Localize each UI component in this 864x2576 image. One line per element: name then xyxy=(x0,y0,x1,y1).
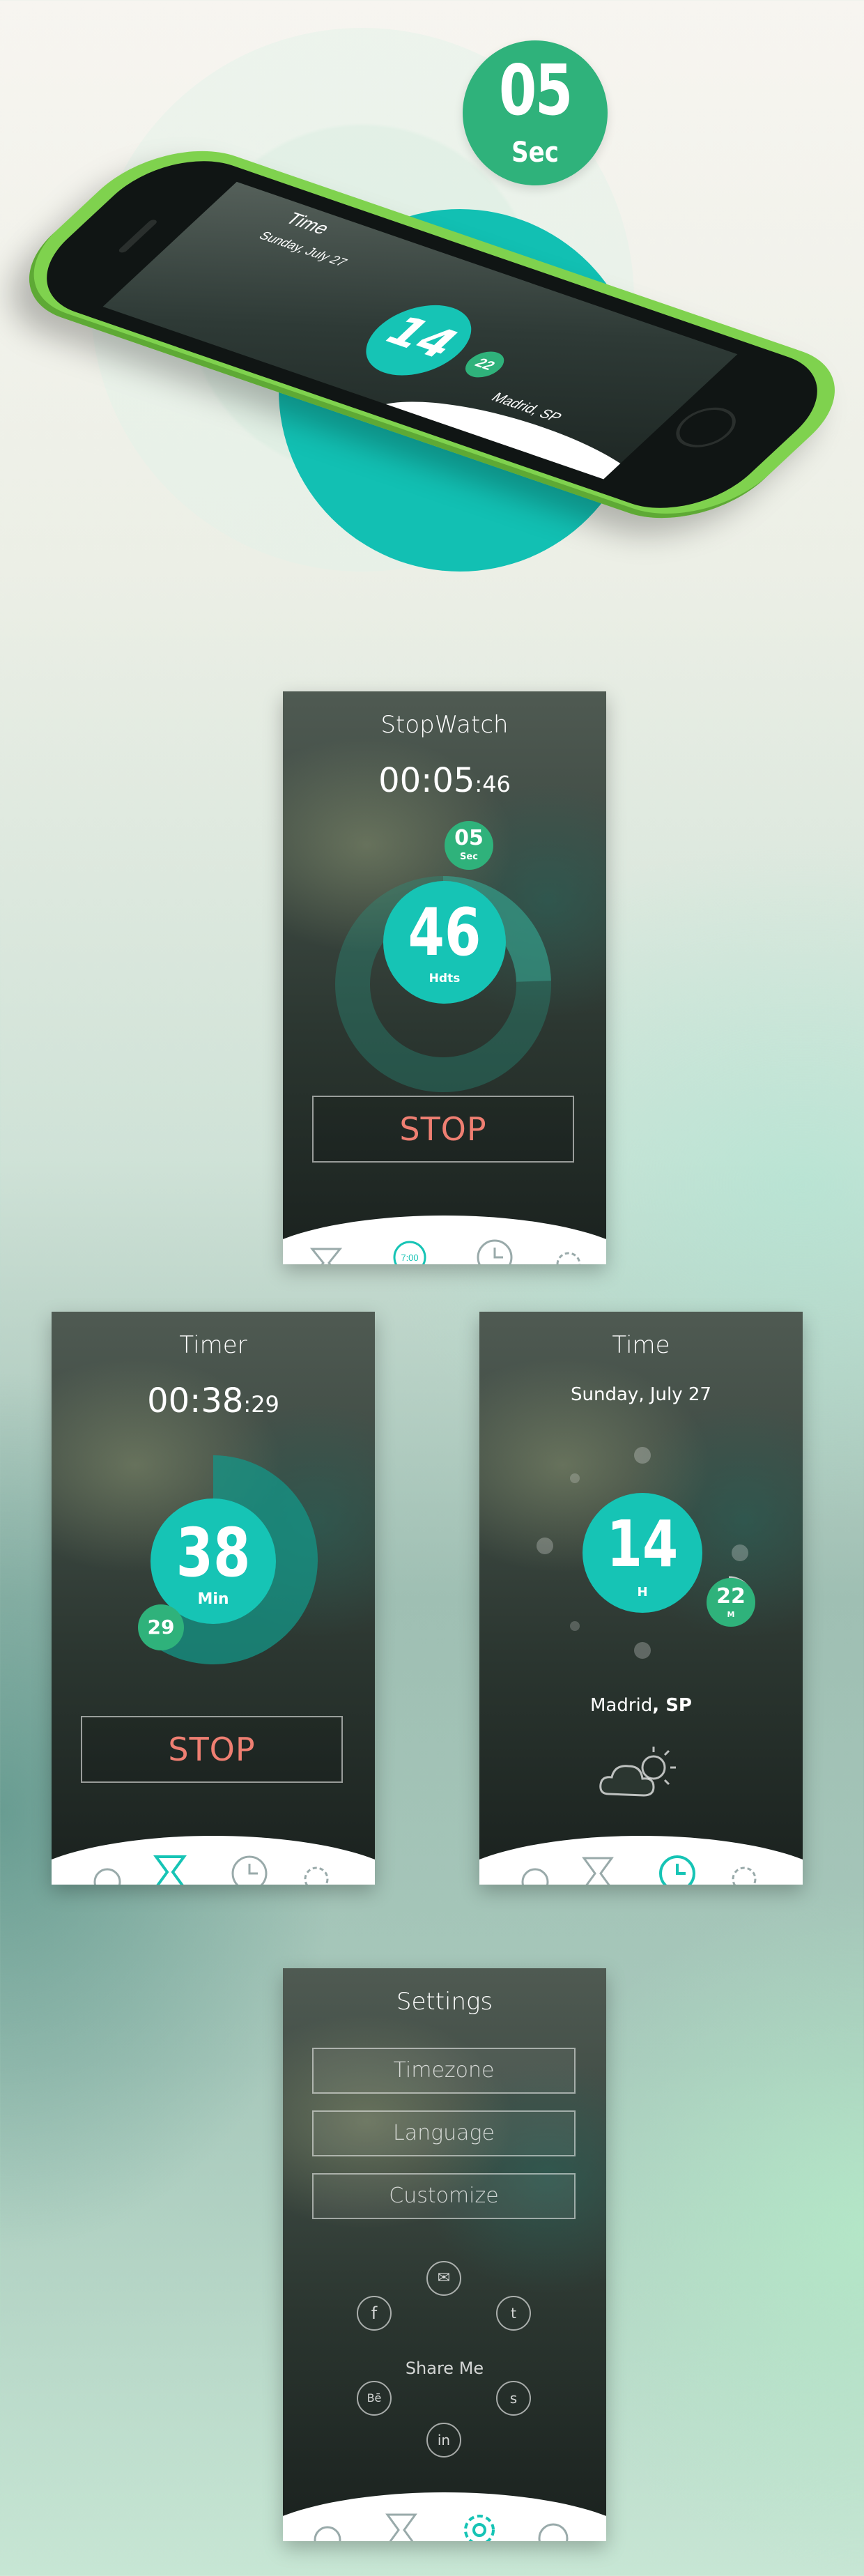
stopwatch-icon[interactable]: 7:00 xyxy=(393,1241,426,1264)
minute-value: 22 xyxy=(716,1584,746,1609)
gear-icon[interactable] xyxy=(304,1866,329,1885)
hourglass-icon[interactable] xyxy=(153,1855,187,1885)
seconds-badge: 05 Sec xyxy=(463,40,608,185)
hour-marker xyxy=(537,1538,553,1554)
stop-button[interactable]: STOP xyxy=(312,1096,574,1163)
tab-icons xyxy=(521,1855,757,1885)
stopwatch-screen: StopWatch 00:05:46 46 Hdts 05 Sec STOP 7… xyxy=(283,691,606,1264)
hour-marker xyxy=(570,1473,580,1483)
hourglass-icon[interactable] xyxy=(309,1248,343,1264)
phone-screen-title: Time xyxy=(280,208,336,238)
minutes-value: 38 xyxy=(176,1514,251,1592)
linkedin-icon[interactable]: in xyxy=(426,2423,461,2458)
stopwatch-icon[interactable] xyxy=(314,2526,341,2541)
minutes-circle: 38 Min xyxy=(151,1498,276,1624)
customize-button[interactable]: Customize xyxy=(312,2173,576,2219)
behance-icon[interactable]: Bē xyxy=(357,2381,392,2416)
hour-value: 14 xyxy=(606,1507,679,1581)
hundredths-unit: Hdts xyxy=(429,972,461,986)
hundredths-circle: 46 Hdts xyxy=(383,881,506,1004)
hour-marker xyxy=(634,1447,651,1464)
hour-marker xyxy=(570,1621,580,1631)
stop-button[interactable]: STOP xyxy=(81,1716,343,1783)
seconds-circle: 05 Sec xyxy=(445,821,493,870)
share-label: Share Me xyxy=(405,2359,484,2378)
gear-icon[interactable] xyxy=(464,2515,495,2541)
hour-marker xyxy=(634,1642,651,1659)
clock-icon[interactable] xyxy=(538,2523,569,2541)
mail-icon[interactable]: ✉ xyxy=(426,2261,461,2296)
elapsed-time: 00:05:46 xyxy=(283,761,606,800)
cloud-sun-icon xyxy=(599,1747,676,1797)
clock-icon[interactable] xyxy=(659,1855,695,1885)
seconds-badge-value: 05 xyxy=(499,49,573,131)
screen-title: Settings xyxy=(396,1988,493,2016)
date-label: Sunday, July 27 xyxy=(571,1384,711,1405)
screen-title: Time xyxy=(612,1331,670,1359)
tab-icons xyxy=(93,1855,329,1885)
seconds-unit: Sec xyxy=(460,852,478,862)
stopwatch-tab-label: 7:00 xyxy=(401,1252,418,1263)
phone-body: Time Sunday, July 27 14 22 Madrid, SP xyxy=(0,131,864,538)
gear-icon[interactable] xyxy=(732,1866,757,1885)
hour-unit: H xyxy=(637,1585,648,1600)
gear-icon[interactable] xyxy=(556,1252,581,1264)
region-name: , SP xyxy=(652,1695,692,1716)
hundredths-value: 46 xyxy=(408,895,481,971)
twitter-icon[interactable]: t xyxy=(496,2296,531,2331)
skype-icon[interactable]: s xyxy=(496,2381,531,2416)
clock-icon[interactable] xyxy=(231,1855,268,1885)
facebook-icon[interactable]: f xyxy=(357,2296,392,2331)
minute-unit: M xyxy=(727,1610,735,1619)
language-button[interactable]: Language xyxy=(312,2110,576,2156)
phone-screen-date: Sunday, July 27 xyxy=(255,229,351,269)
minute-circle: 22 M xyxy=(707,1578,755,1627)
minutes-unit: Min xyxy=(197,1590,229,1608)
remaining-time: 00:38:29 xyxy=(52,1381,375,1420)
settings-screen: Settings Timezone Language Customize ✉ t… xyxy=(283,1968,606,2541)
tab-icons xyxy=(314,2513,569,2541)
seconds-value: 05 xyxy=(454,826,484,850)
tab-icons: 7:00 xyxy=(309,1239,581,1264)
location-label: Madrid, SP xyxy=(479,1695,803,1716)
phone-face: Time Sunday, July 27 14 22 Madrid, SP xyxy=(12,144,852,526)
timer-seconds-circle: 29 xyxy=(138,1604,184,1650)
hourglass-icon[interactable] xyxy=(385,2513,417,2541)
elapsed-time-main: 00:05 xyxy=(378,761,475,800)
phone-screen: Time Sunday, July 27 14 22 Madrid, SP xyxy=(102,181,738,480)
timer-screen: Timer 00:38:29 38 Min 29 STOP xyxy=(52,1312,375,1885)
stopwatch-icon[interactable] xyxy=(93,1868,121,1885)
screen-title: StopWatch xyxy=(380,711,509,739)
stopwatch-icon[interactable] xyxy=(521,1868,549,1885)
phone-speaker xyxy=(117,219,159,254)
phone-screen-minute: 22 xyxy=(457,347,512,382)
time-screen: Time Sunday, July 27 14 H 22 M Madrid, S… xyxy=(479,1312,803,1885)
hour-marker xyxy=(732,1544,748,1561)
hero-phone: Time Sunday, July 27 14 22 Madrid, SP xyxy=(0,131,864,578)
seconds-badge-unit: Sec xyxy=(511,137,559,169)
elapsed-time-small: :46 xyxy=(475,771,511,797)
screen-title: Timer xyxy=(179,1331,247,1359)
remaining-time-main: 00:38 xyxy=(147,1381,244,1420)
timezone-button[interactable]: Timezone xyxy=(312,2048,576,2094)
remaining-time-small: :29 xyxy=(243,1391,279,1418)
hourglass-icon[interactable] xyxy=(582,1857,614,1885)
city-name: Madrid xyxy=(589,1695,653,1716)
hour-circle: 14 H xyxy=(583,1493,702,1613)
clock-icon[interactable] xyxy=(477,1239,513,1264)
